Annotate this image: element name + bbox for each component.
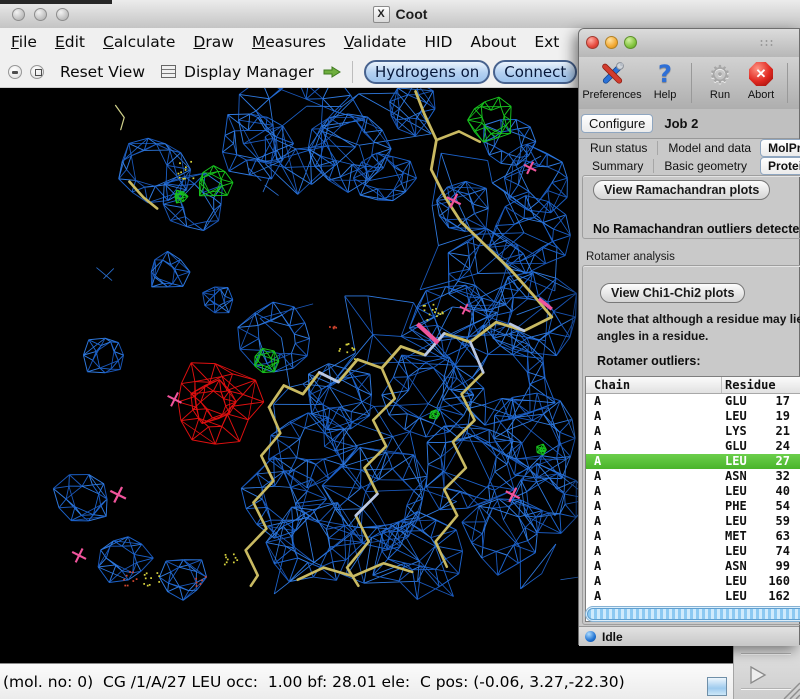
rotamer-note-line2: angles in a residue. xyxy=(597,329,708,343)
tab-molprobity[interactable]: MolProbit xyxy=(760,139,800,157)
help-question-icon: ? xyxy=(658,60,672,88)
resize-grip[interactable] xyxy=(778,677,800,699)
background-window-sliver xyxy=(0,0,112,4)
menu-item[interactable]: Edit xyxy=(46,33,94,51)
close-button[interactable] xyxy=(12,8,25,21)
rotamer-outliers-label: Rotamer outliers: xyxy=(597,354,701,368)
menu-item[interactable]: Draw xyxy=(184,33,243,51)
dialog-toolbar: Preferences ? Help ⚙ Run ✕ Abort A xyxy=(579,57,799,110)
atom-status-text: (mol. no: 0) CG /1/A/27 LEU occ: 1.00 bf… xyxy=(3,673,625,691)
scrollbar-thumb[interactable] xyxy=(587,608,800,620)
residue-column-header[interactable]: Residue xyxy=(725,378,776,392)
dialog-zoom-button[interactable] xyxy=(624,36,637,49)
horizontal-scrollbar[interactable] xyxy=(585,606,800,622)
clipped-toolbar-item[interactable]: A xyxy=(793,89,800,101)
connect-button[interactable]: Connect xyxy=(493,60,577,84)
ramachandran-message: No Ramachandran outliers detecte xyxy=(593,222,799,236)
rotamer-outliers-table[interactable]: Chain Residue A GLU 17 A LEU 19 xyxy=(585,376,800,622)
menu-item[interactable]: About xyxy=(461,33,525,51)
dialog-toolbar-separator xyxy=(787,63,788,103)
tab-configure[interactable]: Configure xyxy=(581,114,653,133)
redo-icon[interactable] xyxy=(30,65,44,79)
window-title: Coot xyxy=(396,6,428,22)
rotamer-row[interactable]: A LEU 59 xyxy=(586,514,800,529)
ramachandran-frame: View Ramachandran plots No Ramachandran … xyxy=(582,175,800,239)
scale-chip[interactable] xyxy=(707,677,727,696)
job-tabs: Configure Job 2 xyxy=(579,109,799,139)
rotamer-row[interactable]: A MET 63 xyxy=(586,529,800,544)
rotamer-note-line1: Note that although a residue may lie xyxy=(597,312,800,326)
rotamer-row[interactable]: A LEU 160 xyxy=(586,574,800,589)
rotamer-row[interactable]: A PHE 54 xyxy=(586,499,800,514)
run-button[interactable]: ⚙ Run xyxy=(701,59,739,101)
tab-job-2[interactable]: Job 2 xyxy=(659,115,703,132)
table-header[interactable]: Chain Residue xyxy=(586,377,800,394)
rotamer-row[interactable]: A GLU 24 xyxy=(586,439,800,454)
menu-item[interactable]: Ext xyxy=(525,33,568,51)
view-chi1-chi2-plots-button[interactable]: View Chi1-Chi2 plots xyxy=(600,283,745,303)
section-tabs: Run status Model and data MolProbit xyxy=(579,138,799,157)
tab-run-status[interactable]: Run status xyxy=(585,140,652,156)
tab-protein[interactable]: Protein xyxy=(760,157,800,175)
tab-basic-geometry[interactable]: Basic geometry xyxy=(659,158,752,174)
go-arrow-icon[interactable] xyxy=(322,65,342,79)
dialog-toolbar-separator xyxy=(691,63,692,103)
dialog-titlebar[interactable] xyxy=(579,29,799,58)
tab-model-and-data[interactable]: Model and data xyxy=(663,140,756,156)
gear-icon: ⚙ xyxy=(709,62,731,87)
display-manager-button[interactable]: Display Manager xyxy=(184,63,314,81)
rotamer-frame-label: Rotamer analysis xyxy=(586,251,675,263)
expander-triangle-icon[interactable] xyxy=(749,666,769,686)
rotamer-row[interactable]: A ASN 32 xyxy=(586,469,800,484)
dialog-status-text: Idle xyxy=(602,630,623,644)
preferences-button[interactable]: Preferences xyxy=(581,59,643,101)
zoom-button[interactable] xyxy=(56,8,69,21)
rotamer-row[interactable]: A LEU 74 xyxy=(586,544,800,559)
dialog-window-controls xyxy=(586,36,637,49)
validation-dialog: Preferences ? Help ⚙ Run ✕ Abort A Confi… xyxy=(578,28,800,645)
table-body: A GLU 17 A LEU 19 A LYS 21 A xyxy=(586,394,800,619)
hydrogens-toggle-button[interactable]: Hydrogens on xyxy=(364,60,490,84)
status-sphere-icon xyxy=(585,631,596,642)
coot-application: X Coot FileEditCalculateDrawMeasuresVali… xyxy=(0,0,800,699)
x11-app-icon: X xyxy=(373,6,390,23)
tab-summary[interactable]: Summary xyxy=(587,158,648,174)
help-button[interactable]: ? Help xyxy=(645,59,685,101)
panel-ridge xyxy=(741,653,791,655)
rotamer-row[interactable]: A LEU 27 xyxy=(586,454,800,469)
menu-item[interactable]: Measures xyxy=(243,33,335,51)
rotamer-row[interactable]: A GLU 17 xyxy=(586,394,800,409)
protein-tabs: Summary Basic geometry Protein Cl xyxy=(579,157,799,175)
dialog-close-button[interactable] xyxy=(586,36,599,49)
reset-view-button[interactable]: Reset View xyxy=(60,63,145,81)
undo-icon[interactable] xyxy=(8,65,22,79)
rotamer-row[interactable]: A LEU 19 xyxy=(586,409,800,424)
column-divider xyxy=(721,377,722,393)
toolbar-grip-dots xyxy=(759,39,773,47)
display-manager-icon[interactable] xyxy=(161,65,176,78)
minimize-button[interactable] xyxy=(34,8,47,21)
main-status-bar: (mol. no: 0) CG /1/A/27 LEU occ: 1.00 bf… xyxy=(0,663,800,699)
toolbar-separator xyxy=(352,61,353,83)
menu-item[interactable]: HID xyxy=(415,33,461,51)
menu-item[interactable]: File xyxy=(2,33,46,51)
dialog-minimize-button[interactable] xyxy=(605,36,618,49)
window-title-area: X Coot xyxy=(0,0,800,28)
chain-column-header[interactable]: Chain xyxy=(594,378,630,392)
rotamer-row[interactable]: A LYS 21 xyxy=(586,424,800,439)
window-controls xyxy=(12,8,69,21)
menu-item[interactable]: Calculate xyxy=(94,33,184,51)
rotamer-row[interactable]: A LEU 40 xyxy=(586,484,800,499)
rotamer-row[interactable]: A ASN 99 xyxy=(586,559,800,574)
rotamer-frame: View Chi1-Chi2 plots Note that although … xyxy=(582,265,800,625)
menu-item[interactable]: Validate xyxy=(335,33,415,51)
rotamer-row[interactable]: A LEU 162 xyxy=(586,589,800,604)
abort-x-icon: ✕ xyxy=(749,62,773,86)
view-ramachandran-plots-button[interactable]: View Ramachandran plots xyxy=(593,180,770,200)
main-titlebar[interactable]: X Coot xyxy=(0,0,800,29)
corner-panel xyxy=(733,640,800,699)
abort-button[interactable]: ✕ Abort xyxy=(739,59,783,101)
preferences-tools-icon xyxy=(581,59,643,89)
dialog-status-bar: Idle xyxy=(579,626,799,646)
